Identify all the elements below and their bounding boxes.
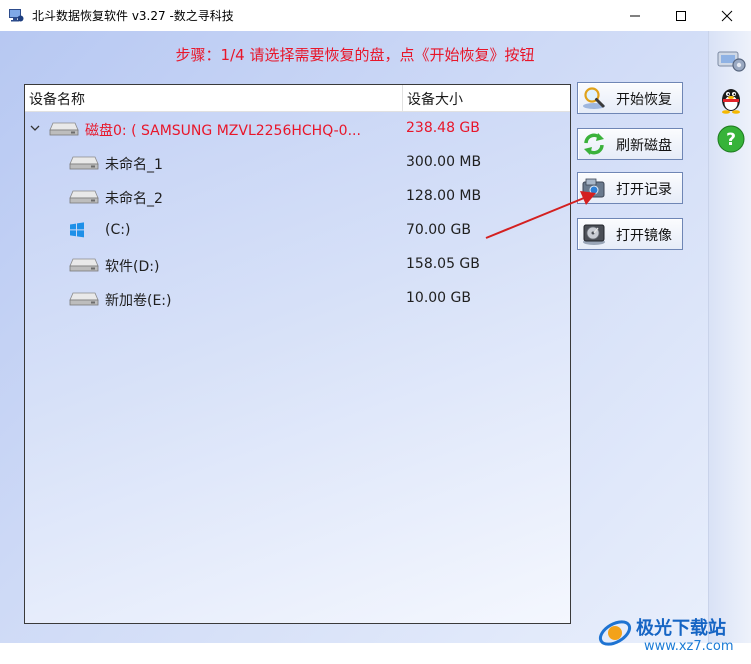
minimize-button[interactable] — [612, 0, 658, 31]
watermark-logo-icon — [598, 620, 632, 646]
window-title: 北斗数据恢复软件 v3.27 -数之寻科技 — [32, 9, 234, 23]
client-area: 步骤：1/4 请选择需要恢复的盘，点《开始恢复》按钮 设备名称 设备大小 磁盘0… — [0, 31, 751, 654]
minimize-icon — [630, 15, 640, 16]
close-icon — [721, 10, 733, 21]
site-watermark: 极光下载站 www.xz7.com — [594, 612, 746, 664]
app-icon — [9, 9, 24, 22]
maximize-icon — [676, 10, 686, 21]
watermark-url: www.xz7.com — [644, 639, 734, 654]
watermark-text: 极光下载站 — [636, 618, 726, 639]
annotation-arrow — [485, 191, 596, 239]
close-button[interactable] — [704, 0, 750, 31]
title-bar: 北斗数据恢复软件 v3.27 -数之寻科技 — [0, 0, 751, 32]
maximize-button[interactable] — [658, 0, 704, 31]
